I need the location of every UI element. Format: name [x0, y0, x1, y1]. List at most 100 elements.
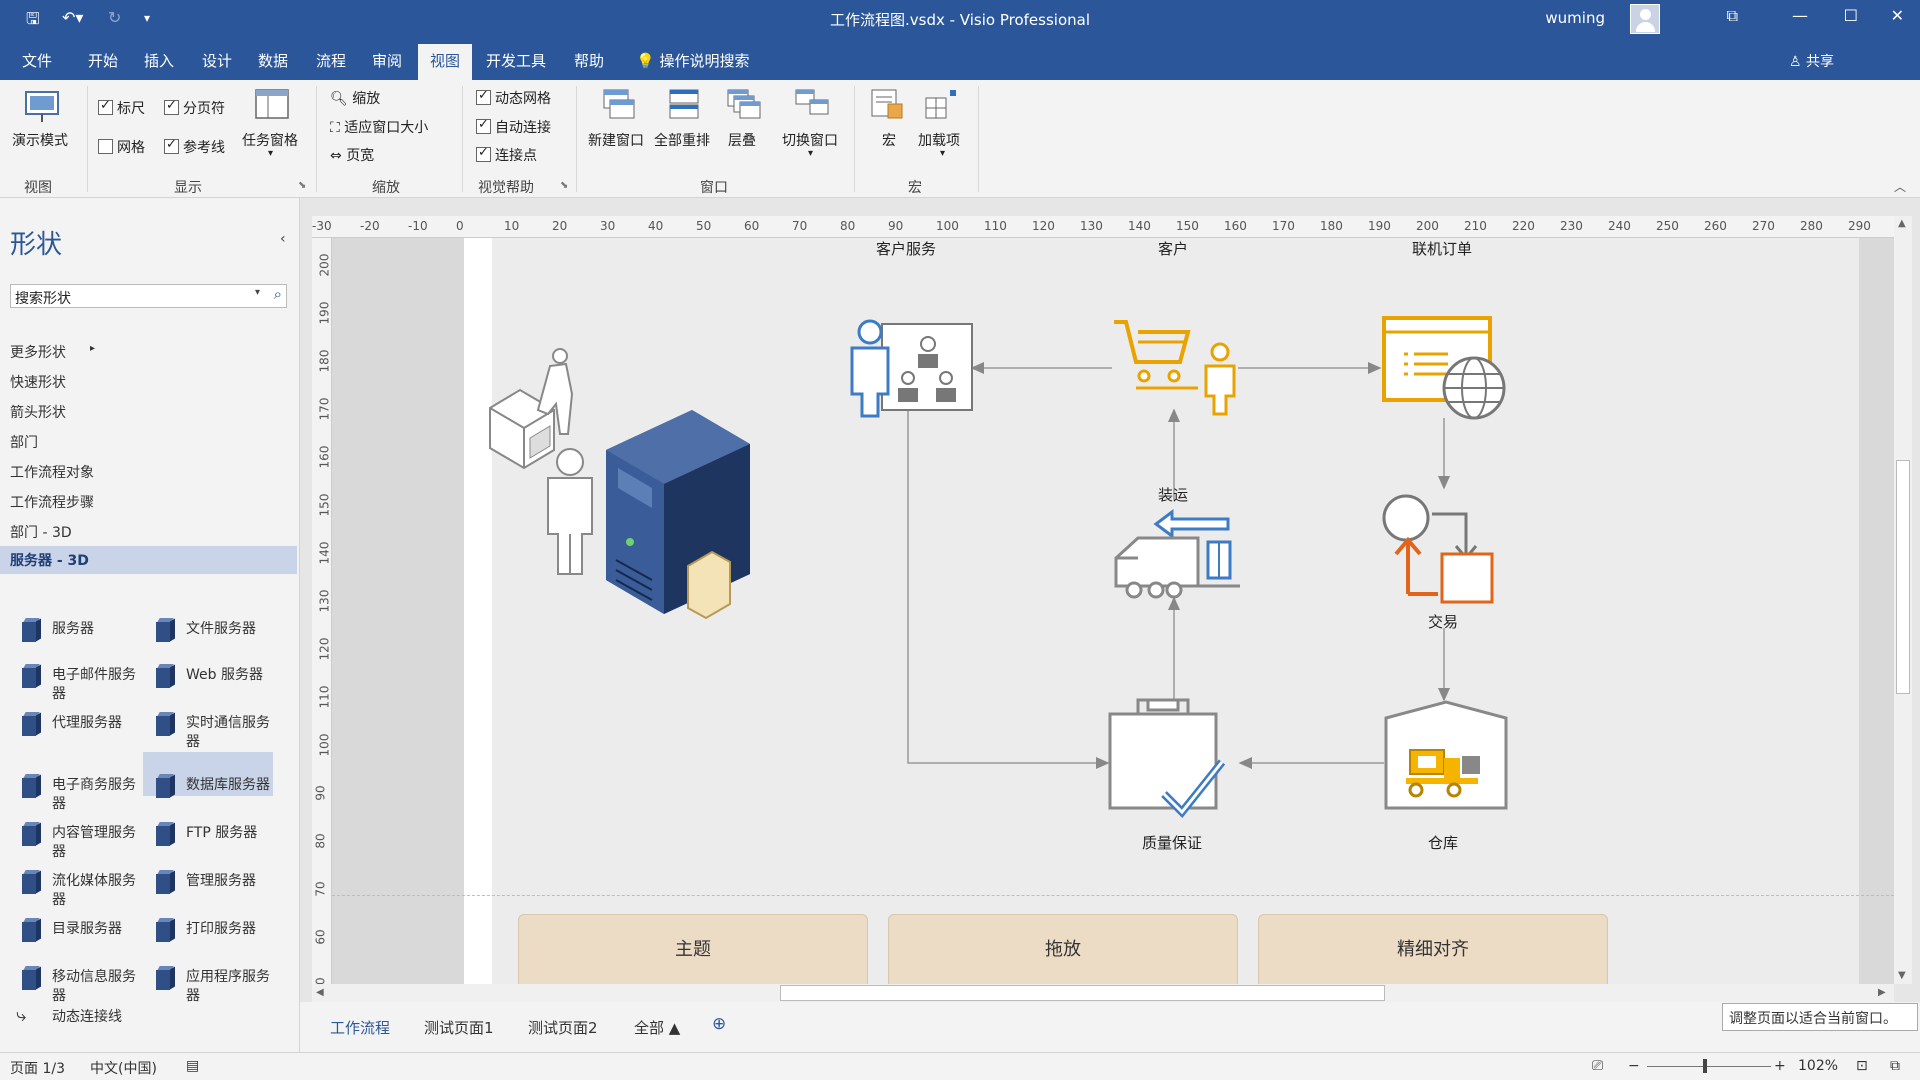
stencil-more-shapes[interactable]: 更多形状 ▸ — [10, 342, 95, 362]
zoom-in-icon[interactable]: + — [1774, 1058, 1786, 1074]
tab-file[interactable]: 文件 — [22, 50, 52, 71]
shape-item[interactable]: 流化媒体服务器 — [52, 872, 144, 910]
collapse-ribbon-icon[interactable]: ︿ — [1894, 178, 1906, 195]
horizontal-scrollbar[interactable]: ◀ ▶ — [312, 984, 1894, 1002]
vertical-scroll-thumb[interactable] — [1896, 460, 1910, 694]
presentation-icon[interactable]: ⎚ — [1592, 1058, 1603, 1074]
page-tab-all[interactable]: 全部 ▲ — [634, 1017, 680, 1038]
ruler-tick-label: 260 — [1704, 219, 1727, 233]
info-card[interactable]: 拖放 — [888, 914, 1238, 984]
stencil-workflow-steps[interactable]: 工作流程步骤 — [10, 492, 94, 512]
page-tab-test2[interactable]: 测试页面2 — [528, 1017, 598, 1038]
auto-connect-checkbox[interactable]: 自动连接 — [476, 117, 551, 137]
new-window-button[interactable]: 新建窗口 — [588, 130, 644, 150]
chevron-down-icon[interactable]: ▾ — [255, 287, 260, 298]
scroll-down-icon[interactable]: ▼ — [1898, 970, 1906, 981]
shape-item[interactable]: Web 服务器 — [186, 666, 278, 685]
collapse-pane-icon[interactable]: ‹ — [280, 231, 286, 247]
fit-page-icon[interactable]: ⊡ — [1856, 1058, 1868, 1074]
horizontal-scroll-thumb[interactable] — [780, 985, 1385, 1001]
maximize-button[interactable]: ☐ — [1844, 6, 1858, 25]
stencil-department-3d[interactable]: 部门 - 3D — [10, 522, 72, 542]
search-icon[interactable]: ⌕ — [274, 285, 282, 303]
tell-me-search[interactable]: 💡 操作说明搜索 — [636, 50, 749, 71]
macros-button[interactable]: 宏 — [882, 130, 896, 150]
add-page-icon[interactable]: ⊕ — [712, 1014, 726, 1034]
tab-review[interactable]: 审阅 — [372, 50, 402, 71]
dialog-launcher-icon[interactable]: ⬊ — [298, 180, 306, 191]
chevron-down-icon[interactable]: ▾ — [268, 148, 273, 159]
vertical-scrollbar[interactable]: ▲ ▼ — [1894, 216, 1912, 984]
shape-item[interactable]: 移动信息服务器 — [52, 968, 144, 1006]
tab-home[interactable]: 开始 — [88, 50, 118, 71]
tab-view[interactable]: 视图 — [418, 44, 473, 80]
shape-item[interactable]: 管理服务器 — [186, 872, 278, 891]
scroll-left-icon[interactable]: ◀ — [316, 987, 324, 998]
connection-points-checkbox[interactable]: 连接点 — [476, 145, 537, 165]
stencil-arrow-shapes[interactable]: 箭头形状 — [10, 402, 66, 422]
zoom-out-icon[interactable]: − — [1628, 1058, 1640, 1074]
shape-item[interactable]: 数据库服务器 — [186, 776, 278, 795]
stencil-servers-3d[interactable]: 服务器 - 3D — [10, 550, 89, 570]
presentation-mode-button[interactable]: 演示模式 — [12, 130, 68, 150]
close-button[interactable]: ✕ — [1891, 6, 1904, 25]
arrange-all-button[interactable]: 全部重排 — [654, 130, 710, 150]
minimize-button[interactable]: — — [1792, 6, 1808, 25]
drawing-canvas[interactable]: 客户服务 客户 联机订单 装运 交易 质量保证 仓库 主题 拖放 精细对齐 — [332, 238, 1894, 984]
avatar[interactable] — [1630, 4, 1660, 34]
zoom-slider-thumb[interactable] — [1703, 1059, 1707, 1073]
info-card[interactable]: 精细对齐 — [1258, 914, 1608, 984]
macro-record-icon[interactable]: ▤ — [186, 1058, 199, 1074]
dialog-launcher-icon[interactable]: ⬊ — [560, 180, 568, 191]
tab-process[interactable]: 流程 — [316, 50, 346, 71]
zoom-button[interactable]: 🔍︎ 缩放 — [330, 88, 380, 108]
chevron-down-icon[interactable]: ▾ — [940, 148, 945, 159]
shape-item[interactable]: 代理服务器 — [52, 714, 144, 733]
fit-to-window-button[interactable]: ⛶ 适应窗口大小 — [330, 117, 428, 137]
tab-data[interactable]: 数据 — [258, 50, 288, 71]
shape-item[interactable]: 动态连接线 — [52, 1008, 122, 1027]
shape-item[interactable]: 电子商务服务器 — [52, 776, 144, 814]
info-card[interactable]: 主题 — [518, 914, 868, 984]
page-number-indicator[interactable]: 页面 1/3 — [10, 1058, 65, 1078]
zoom-slider[interactable] — [1647, 1066, 1771, 1067]
shape-item[interactable]: 应用程序服务器 — [186, 968, 278, 1006]
switch-windows-icon[interactable]: ⧉ — [1890, 1058, 1900, 1074]
cascade-button[interactable]: 层叠 — [728, 130, 756, 150]
shape-search-input[interactable]: 搜索形状 ▾ ⌕ — [10, 284, 287, 308]
switch-windows-button[interactable]: 切换窗口 — [782, 130, 838, 150]
page-breaks-checkbox[interactable]: 分页符 — [164, 98, 225, 118]
stencil-quick-shapes[interactable]: 快速形状 — [10, 372, 66, 392]
shape-item[interactable]: 服务器 — [52, 620, 144, 639]
scroll-up-icon[interactable]: ▲ — [1898, 218, 1906, 229]
addins-button[interactable]: 加载项 — [918, 130, 960, 150]
shape-item[interactable]: 实时通信服务器 — [186, 714, 278, 752]
guides-checkbox[interactable]: 参考线 — [164, 137, 225, 157]
shape-item[interactable]: FTP 服务器 — [186, 824, 278, 843]
stencil-workflow-objects[interactable]: 工作流程对象 — [10, 462, 94, 482]
user-name[interactable]: wuming — [1545, 9, 1605, 27]
tab-insert[interactable]: 插入 — [144, 50, 174, 71]
tab-developer[interactable]: 开发工具 — [486, 50, 546, 71]
shape-item[interactable]: 内容管理服务器 — [52, 824, 144, 862]
ruler-checkbox[interactable]: 标尺 — [98, 98, 145, 118]
scroll-right-icon[interactable]: ▶ — [1878, 987, 1886, 998]
page-tab-workflow[interactable]: 工作流程 — [330, 1017, 390, 1038]
tab-design[interactable]: 设计 — [202, 50, 232, 71]
grid-checkbox[interactable]: 网格 — [98, 137, 145, 157]
dynamic-grid-checkbox[interactable]: 动态网格 — [476, 88, 551, 108]
ribbon-display-options-icon[interactable]: ⧉ — [1727, 6, 1738, 26]
shape-item[interactable]: 电子邮件服务器 — [52, 666, 144, 704]
page-width-button[interactable]: ⇔ 页宽 — [330, 145, 374, 165]
shape-item[interactable]: 打印服务器 — [186, 920, 278, 939]
chevron-down-icon[interactable]: ▾ — [808, 148, 813, 159]
zoom-level[interactable]: 102% — [1798, 1058, 1838, 1074]
task-panes-button[interactable]: 任务窗格 — [242, 130, 298, 150]
shape-item[interactable]: 目录服务器 — [52, 920, 144, 939]
stencil-department[interactable]: 部门 — [10, 432, 38, 452]
share-button[interactable]: ♙ 共享 — [1789, 51, 1834, 71]
page-tab-test1[interactable]: 测试页面1 — [424, 1017, 494, 1038]
language-indicator[interactable]: 中文(中国) — [90, 1058, 157, 1078]
tab-help[interactable]: 帮助 — [574, 50, 604, 71]
shape-item[interactable]: 文件服务器 — [186, 620, 278, 639]
